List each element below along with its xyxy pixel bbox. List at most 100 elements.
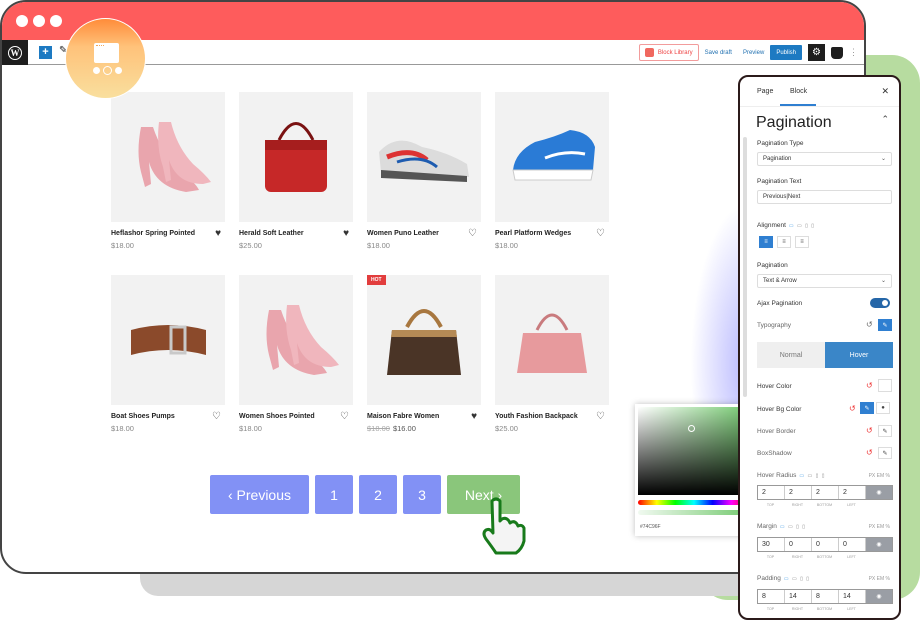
heart-filled-icon[interactable]: ♥ bbox=[215, 229, 221, 239]
dimension-labels: TOP RIGHT BOTTOM LEFT bbox=[766, 503, 856, 507]
reset-icon[interactable]: ↺ bbox=[866, 381, 873, 390]
edit-border-button[interactable]: ✎ bbox=[878, 425, 892, 437]
previous-page-button[interactable]: ‹ Previous bbox=[210, 475, 309, 514]
product-card[interactable]: Herald Soft Leather $25.00 ♥ bbox=[239, 92, 353, 250]
reset-icon[interactable]: ↺ bbox=[866, 426, 873, 435]
radius-top-input[interactable]: 2 bbox=[758, 486, 785, 499]
tab-normal[interactable]: Normal bbox=[757, 342, 825, 368]
align-center-button[interactable]: ≡ bbox=[777, 236, 791, 248]
margin-bottom-input[interactable]: 0 bbox=[812, 538, 839, 551]
margin-right-input[interactable]: 0 bbox=[785, 538, 812, 551]
reset-icon[interactable]: ↺ bbox=[849, 404, 856, 413]
product-name[interactable]: Women Shoes Pointed bbox=[239, 413, 353, 420]
product-name[interactable]: Heflashor Spring Pointed bbox=[111, 230, 225, 237]
link-values-icon[interactable]: ◉ bbox=[866, 486, 892, 499]
heart-outline-icon[interactable]: ♡ bbox=[596, 412, 605, 422]
close-icon[interactable]: ✕ bbox=[881, 86, 889, 97]
ajax-pagination-toggle[interactable] bbox=[870, 298, 890, 308]
unit-selector[interactable]: PX EM % bbox=[869, 473, 890, 479]
product-image[interactable] bbox=[239, 92, 353, 222]
tab-block[interactable]: Block bbox=[790, 88, 807, 95]
color-cursor[interactable] bbox=[688, 425, 695, 432]
edit-boxshadow-button[interactable]: ✎ bbox=[878, 447, 892, 459]
product-card[interactable]: Women Shoes Pointed $18.00 ♡ bbox=[239, 275, 353, 433]
page-2-button[interactable]: 2 bbox=[359, 475, 397, 514]
panel-tabs: Page Block ✕ bbox=[740, 77, 899, 107]
hue-slider[interactable] bbox=[638, 500, 750, 505]
padding-bottom-input[interactable]: 8 bbox=[812, 590, 839, 603]
preview-link[interactable]: Preview bbox=[743, 50, 764, 56]
tab-page[interactable]: Page bbox=[757, 88, 773, 95]
block-library-button[interactable]: Block Library bbox=[638, 44, 699, 61]
product-name[interactable]: Herald Soft Leather bbox=[239, 230, 353, 237]
hover-bg-edit-button[interactable]: ✎ bbox=[860, 402, 874, 414]
reset-icon[interactable]: ↺ bbox=[866, 320, 873, 329]
align-right-button[interactable]: ≡ bbox=[795, 236, 809, 248]
unit-selector[interactable]: PX EM % bbox=[869, 524, 890, 530]
panel-scrollbar[interactable] bbox=[743, 137, 747, 397]
pagination-style-select[interactable]: Text & Arrow ⌄ bbox=[757, 274, 892, 288]
reset-icon[interactable]: ↺ bbox=[866, 448, 873, 457]
radius-left-input[interactable]: 2 bbox=[839, 486, 866, 499]
save-draft-link[interactable]: Save draft bbox=[705, 50, 732, 56]
product-image[interactable] bbox=[111, 275, 225, 405]
product-card[interactable]: Pearl Platform Wedges $18.00 ♡ bbox=[495, 92, 609, 250]
margin-top-input[interactable]: 30 bbox=[758, 538, 785, 551]
product-name[interactable]: Youth Fashion Backpack bbox=[495, 413, 609, 420]
padding-right-input[interactable]: 14 bbox=[785, 590, 812, 603]
tab-hover[interactable]: Hover bbox=[825, 342, 893, 368]
heart-filled-icon[interactable]: ♥ bbox=[343, 229, 349, 239]
device-icons[interactable]: ▭ ▭ ▯ ▯ bbox=[789, 223, 815, 229]
saturation-area[interactable] bbox=[638, 407, 750, 495]
product-card[interactable]: Heflashor Spring Pointed $18.00 ♥ bbox=[111, 92, 225, 250]
wordpress-logo-icon[interactable]: W bbox=[2, 40, 28, 65]
product-image[interactable] bbox=[239, 275, 353, 405]
product-card[interactable]: Women Puno Leather $18.00 ♡ bbox=[367, 92, 481, 250]
more-options-icon[interactable]: ⋮ bbox=[849, 47, 858, 58]
unit-selector[interactable]: PX EM % bbox=[869, 576, 890, 582]
product-image[interactable] bbox=[367, 92, 481, 222]
hex-value[interactable]: #74C96F bbox=[640, 524, 661, 530]
product-card[interactable]: Boat Shoes Pumps $18.00 ♡ bbox=[111, 275, 225, 433]
hover-color-swatch[interactable] bbox=[878, 379, 892, 392]
alpha-slider[interactable] bbox=[638, 510, 750, 515]
edit-typography-button[interactable]: ✎ bbox=[878, 319, 892, 331]
link-values-icon[interactable]: ◉ bbox=[866, 538, 892, 551]
shop-bag-icon[interactable] bbox=[831, 46, 843, 59]
device-icons[interactable]: ▭ ▭ ▯ ▯ bbox=[799, 473, 825, 479]
align-left-button[interactable]: ≡ bbox=[759, 236, 773, 248]
publish-button[interactable]: Publish bbox=[770, 45, 802, 60]
link-values-icon[interactable]: ◉ bbox=[866, 590, 892, 603]
color-picker[interactable]: #74C96F ⇆ bbox=[635, 404, 753, 536]
radius-right-input[interactable]: 2 bbox=[785, 486, 812, 499]
gear-icon[interactable]: ⚙ bbox=[808, 44, 825, 61]
heart-filled-icon[interactable]: ♥ bbox=[471, 412, 477, 422]
padding-top-input[interactable]: 8 bbox=[758, 590, 785, 603]
device-icons[interactable]: ▭ ▭ ▯ ▯ bbox=[780, 524, 806, 530]
product-name[interactable]: Pearl Platform Wedges bbox=[495, 230, 609, 237]
device-icons[interactable]: ▭ ▭ ▯ ▯ bbox=[784, 576, 810, 582]
product-card[interactable]: HOT Maison Fabre Women $18.00 $16.00 ♥ bbox=[367, 275, 481, 433]
chevron-up-icon[interactable]: ⌃ bbox=[881, 114, 889, 125]
margin-left-input[interactable]: 0 bbox=[839, 538, 866, 551]
product-image[interactable] bbox=[495, 92, 609, 222]
palette-icon[interactable]: ● bbox=[876, 402, 890, 414]
product-name[interactable]: Maison Fabre Women bbox=[367, 413, 481, 420]
product-name[interactable]: Boat Shoes Pumps bbox=[111, 413, 225, 420]
padding-left-input[interactable]: 14 bbox=[839, 590, 866, 603]
heart-outline-icon[interactable]: ♡ bbox=[340, 412, 349, 422]
page-3-button[interactable]: 3 bbox=[403, 475, 441, 514]
product-name[interactable]: Women Puno Leather bbox=[367, 230, 481, 237]
product-card[interactable]: Youth Fashion Backpack $25.00 ♡ bbox=[495, 275, 609, 433]
page-1-button[interactable]: 1 bbox=[315, 475, 353, 514]
heart-outline-icon[interactable]: ♡ bbox=[212, 412, 221, 422]
radius-bottom-input[interactable]: 2 bbox=[812, 486, 839, 499]
heart-outline-icon[interactable]: ♡ bbox=[596, 229, 605, 239]
product-image[interactable] bbox=[495, 275, 609, 405]
pagination-type-select[interactable]: Pagination ⌄ bbox=[757, 152, 892, 166]
add-block-button[interactable]: + bbox=[39, 46, 52, 59]
product-image[interactable] bbox=[111, 92, 225, 222]
product-image[interactable]: HOT bbox=[367, 275, 481, 405]
heart-outline-icon[interactable]: ♡ bbox=[468, 229, 477, 239]
pagination-text-input[interactable]: Previous|Next bbox=[757, 190, 892, 204]
